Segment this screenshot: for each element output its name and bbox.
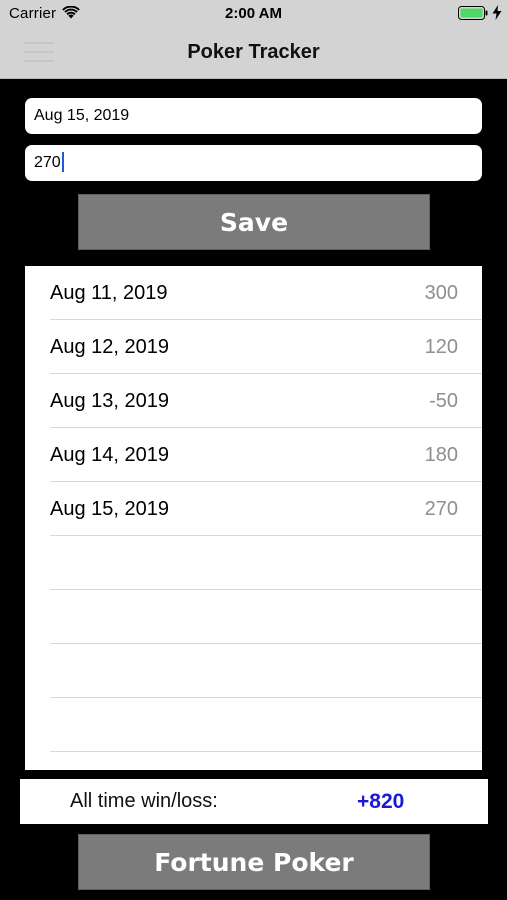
header: Carrier 2:00 AM Poker Tracker xyxy=(0,0,507,79)
fortune-poker-button[interactable]: Fortune Poker xyxy=(78,834,430,890)
save-button[interactable]: Save xyxy=(78,194,430,250)
row-amount: 270 xyxy=(424,498,458,520)
table-row[interactable]: Aug 14, 2019 180 xyxy=(50,428,482,482)
totals-label: All time win/loss: xyxy=(70,790,218,812)
date-field[interactable]: Aug 15, 2019 xyxy=(25,98,482,134)
row-date: Aug 15, 2019 xyxy=(50,498,169,520)
table-row[interactable]: Aug 12, 2019 120 xyxy=(50,320,482,374)
amount-field[interactable]: 270 xyxy=(25,145,482,181)
totals-value: +820 xyxy=(357,790,405,813)
row-amount: 120 xyxy=(424,336,458,358)
table-row[interactable]: Aug 11, 2019 300 xyxy=(50,266,482,320)
table-row[interactable]: Aug 15, 2019 270 xyxy=(50,482,482,536)
totals-bar: All time win/loss: +820 xyxy=(20,779,488,824)
battery-icon xyxy=(458,6,488,20)
status-bar: Carrier 2:00 AM xyxy=(0,0,507,26)
nav-bar: Poker Tracker xyxy=(0,26,507,79)
amount-field-value: 270 xyxy=(34,154,61,171)
empty-table-row xyxy=(50,590,482,644)
row-date: Aug 12, 2019 xyxy=(50,336,169,358)
row-amount: 300 xyxy=(424,282,458,304)
empty-table-row xyxy=(50,644,482,698)
row-date: Aug 13, 2019 xyxy=(50,390,169,412)
row-date: Aug 11, 2019 xyxy=(50,282,168,304)
row-amount: -50 xyxy=(429,390,458,412)
row-date: Aug 14, 2019 xyxy=(50,444,169,466)
empty-table-row xyxy=(50,698,482,752)
status-time: 2:00 AM xyxy=(225,5,282,22)
sessions-table[interactable]: Aug 11, 2019 300 Aug 12, 2019 120 Aug 13… xyxy=(25,266,482,770)
text-cursor xyxy=(61,151,64,172)
empty-table-row xyxy=(50,536,482,590)
page-title: Poker Tracker xyxy=(187,41,320,63)
date-field-value: Aug 15, 2019 xyxy=(34,107,130,124)
row-amount: 180 xyxy=(424,444,458,466)
lightning-bolt-icon xyxy=(492,5,502,20)
table-row[interactable]: Aug 13, 2019 -50 xyxy=(50,374,482,428)
